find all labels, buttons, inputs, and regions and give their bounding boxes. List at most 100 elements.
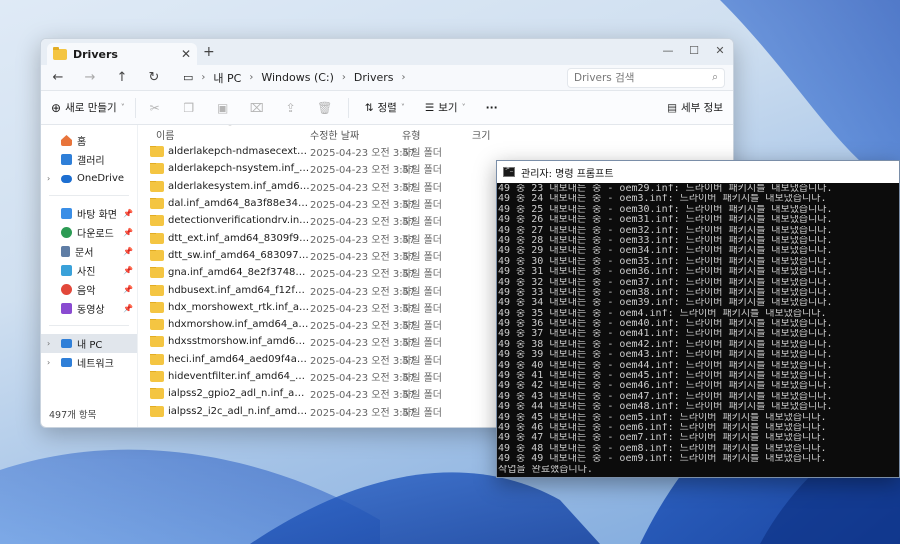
- nav-item-videos[interactable]: 동영상 📌: [41, 299, 137, 318]
- file-name: detectionverificationdrv.inf_amd64_d3d..…: [168, 215, 310, 227]
- nav-label: 동영상: [77, 305, 105, 316]
- cmd-output-line: 49 중 23 내보내는 중 - oem29.inf: 드라이버 패키지를 내보…: [498, 184, 898, 194]
- column-size[interactable]: 크기: [472, 127, 532, 142]
- cmd-output-line: 49 중 43 내보내는 중 - oem47.inf: 드라이버 패키지를 내보…: [498, 392, 898, 402]
- file-name: hdxsstmorshow.inf_amd64_84bcf282f9...: [168, 336, 310, 348]
- nav-item-music[interactable]: 음악 📌: [41, 280, 137, 299]
- file-date: 2025-04-23 오전 3:57: [310, 355, 416, 367]
- column-date[interactable]: 수정한 날짜: [310, 127, 402, 142]
- cmd-line-text: 49 중 30 내보내는 중 - oem35.inf: 드라이버 패키지를 내보…: [498, 256, 833, 267]
- pin-icon: 📌: [123, 285, 133, 294]
- column-name[interactable]: 이름: [138, 127, 310, 142]
- nav-item-documents[interactable]: 문서 📌: [41, 242, 137, 261]
- new-tab-button[interactable]: +: [203, 44, 215, 60]
- close-button[interactable]: ✕: [707, 39, 733, 61]
- cmd-line-text: 49 중 39 내보내는 중 - oem43.inf: 드라이버 패키지를 내보…: [498, 350, 833, 361]
- nav-label: 다운로드: [77, 229, 114, 240]
- chevron-right-icon[interactable]: ›: [47, 339, 50, 348]
- search-input[interactable]: Drivers 검색 ⌕: [567, 67, 725, 88]
- cmd-output-line: 49 중 26 내보내는 중 - oem31.inf: 드라이버 패키지를 내보…: [498, 215, 898, 225]
- file-name-cell: dtt_ext.inf_amd64_8309f93f00a0146f: [138, 232, 310, 244]
- cmd-output-line: [498, 475, 898, 477]
- cmd-line-text: 49 중 27 내보내는 중 - oem32.inf: 드라이버 패키지를 내보…: [498, 225, 833, 236]
- column-type[interactable]: 유형: [402, 127, 472, 142]
- tab-drivers[interactable]: Drivers ✕: [47, 43, 197, 65]
- share-icon[interactable]: ⇪: [276, 101, 306, 115]
- file-name-cell: hdbusext.inf_amd64_f12f2404d44626bc: [138, 284, 310, 296]
- cut-icon[interactable]: ✂: [140, 101, 170, 115]
- file-type: 파일 폴더: [402, 303, 442, 315]
- cmd-output[interactable]: 49 중 23 내보내는 중 - oem29.inf: 드라이버 패키지를 내보…: [497, 183, 899, 477]
- breadcrumb-item[interactable]: 내 PC: [213, 70, 241, 86]
- pin-icon: 📌: [123, 209, 133, 218]
- minimize-button[interactable]: —: [655, 39, 681, 61]
- cmd-output-line: 49 중 32 내보내는 중 - oem37.inf: 드라이버 패키지를 내보…: [498, 278, 898, 288]
- file-type: 파일 폴더: [402, 234, 442, 246]
- file-type: 파일 폴더: [402, 355, 442, 367]
- nav-item-network[interactable]: › 네트워크: [41, 353, 137, 372]
- nav-item-downloads[interactable]: 다운로드 📌: [41, 223, 137, 242]
- network-icon: [61, 358, 72, 367]
- file-type: 파일 폴더: [402, 286, 442, 298]
- cmd-output-line: 49 중 42 내보내는 중 - oem46.inf: 드라이버 패키지를 내보…: [498, 381, 898, 391]
- file-type: 파일 폴더: [402, 338, 442, 350]
- file-name-cell: hdxmorshow.inf_amd64_a342d3ab61e5...: [138, 319, 310, 331]
- forward-button[interactable]: →: [81, 70, 99, 85]
- nav-label: 문서: [75, 248, 94, 259]
- maximize-button[interactable]: ☐: [681, 39, 707, 61]
- nav-item-home[interactable]: 홈: [41, 131, 137, 150]
- terminal-icon: [503, 165, 515, 177]
- file-date: 2025-04-23 오전 3:57: [310, 321, 416, 333]
- refresh-button[interactable]: ↻: [145, 70, 163, 85]
- up-button[interactable]: ↑: [113, 70, 131, 85]
- cmd-line-text: 49 중 45 내보내는 중 - oem5.inf: 드라이버 패키지를 내보냈…: [498, 412, 827, 423]
- details-pane-button[interactable]: ▤ 세부 정보: [667, 100, 723, 115]
- cmd-line-text: 49 중 48 내보내는 중 - oem8.inf: 드라이버 패키지를 내보냈…: [498, 443, 827, 454]
- tab-close-icon[interactable]: ✕: [181, 47, 191, 61]
- nav-item-desktop[interactable]: 바탕 화면 📌: [41, 204, 137, 223]
- file-date: 2025-04-23 오전 3:57: [310, 217, 416, 229]
- sort-button[interactable]: ⇅ 정렬 ˅: [357, 100, 413, 115]
- back-button[interactable]: ←: [49, 70, 67, 85]
- file-name-cell: dal.inf_amd64_8a3f88e34f6b8385: [138, 198, 310, 210]
- chevron-right-icon[interactable]: ›: [47, 358, 50, 367]
- cmd-output-line: 49 중 41 내보내는 중 - oem45.inf: 드라이버 패키지를 내보…: [498, 371, 898, 381]
- file-name: dtt_sw.inf_amd64_683097297aaa9bb4: [168, 249, 310, 261]
- nav-item-pictures[interactable]: 사진 📌: [41, 261, 137, 280]
- paste-icon[interactable]: ▣: [208, 101, 238, 115]
- chevron-right-icon[interactable]: ›: [47, 174, 50, 183]
- view-button[interactable]: ☰ 보기 ˅: [417, 100, 474, 115]
- file-date: 2025-04-23 오전 3:57: [310, 286, 416, 298]
- pin-icon: 📌: [123, 304, 133, 313]
- folder-icon: [150, 336, 164, 348]
- rename-icon[interactable]: ⌧: [242, 101, 272, 115]
- nav-label: 내 PC: [77, 340, 103, 351]
- file-name: alderlakepch-nsystem.inf_amd64_23100...: [168, 163, 310, 175]
- divider: [49, 318, 129, 326]
- more-options-button[interactable]: ···: [478, 102, 506, 114]
- copy-icon[interactable]: ❐: [174, 101, 204, 115]
- cmd-output-line: 49 중 28 내보내는 중 - oem33.inf: 드라이버 패키지를 내보…: [498, 236, 898, 246]
- nav-item-gallery[interactable]: 갤러리: [41, 150, 137, 169]
- breadcrumb[interactable]: ▭ › 내 PC › Windows (C:) › Drivers ›: [177, 68, 553, 88]
- new-button-label: 새로 만들기: [65, 102, 117, 114]
- nav-item-onedrive[interactable]: › OneDrive: [41, 169, 137, 188]
- file-row[interactable]: alderlakepch-ndmasecextension.inf_amd64_…: [138, 143, 733, 160]
- nav-item-this-pc[interactable]: › 내 PC: [41, 334, 137, 353]
- folder-icon: [150, 249, 164, 261]
- file-date: 2025-04-23 오전 3:57: [310, 234, 416, 246]
- new-button[interactable]: ⊕ 새로 만들기 ˅: [51, 97, 136, 118]
- breadcrumb-item[interactable]: Windows (C:): [261, 71, 334, 84]
- folder-icon: [150, 163, 164, 175]
- cmd-output-line: 49 중 27 내보내는 중 - oem32.inf: 드라이버 패키지를 내보…: [498, 226, 898, 236]
- folder-icon: [150, 405, 164, 417]
- file-name: hdbusext.inf_amd64_f12f2404d44626bc: [168, 284, 310, 296]
- search-placeholder: Drivers 검색: [574, 72, 635, 84]
- breadcrumb-item[interactable]: Drivers: [354, 71, 394, 84]
- monitor-icon: ▭: [183, 71, 194, 84]
- delete-icon[interactable]: 🗑: [310, 101, 340, 115]
- pin-icon: 📌: [123, 228, 133, 237]
- file-name: gna.inf_amd64_8e2f374849f1eba9: [168, 267, 310, 279]
- desktop-icon: [61, 208, 72, 219]
- cmd-line-text: 49 중 36 내보내는 중 - oem40.inf: 드라이버 패키지를 내보…: [498, 319, 833, 330]
